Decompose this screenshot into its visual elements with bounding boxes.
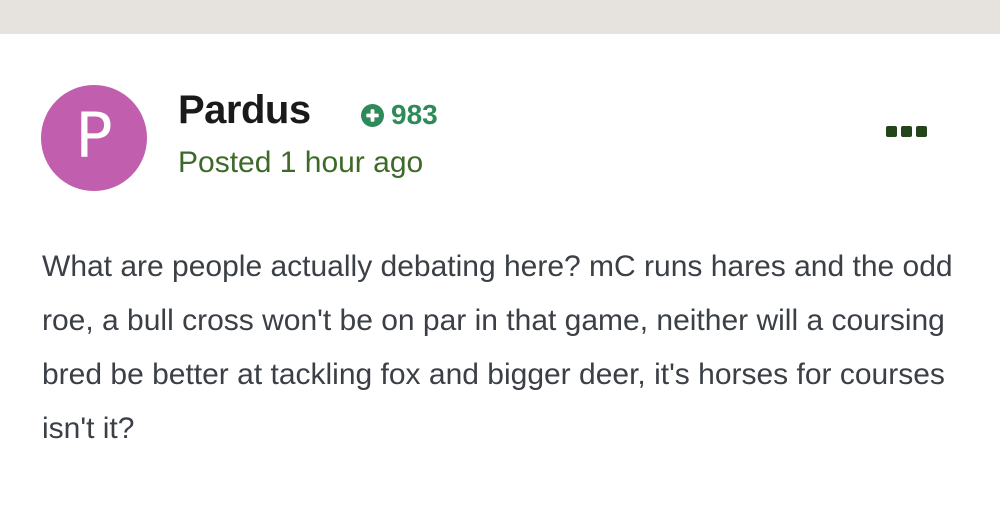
posted-time[interactable]: Posted 1 hour ago [178,145,423,181]
ellipsis-icon-dot [885,125,897,137]
more-options-button[interactable] [880,119,932,143]
avatar[interactable]: P [41,85,147,191]
page-top-strip [0,0,1000,34]
post-body: What are people actually debating here? … [42,250,953,445]
plus-circle-icon [361,103,384,127]
author-name[interactable]: Pardus [178,88,311,132]
reputation-count: 983 [391,99,438,130]
reputation-badge: 983 [361,101,438,129]
ellipsis-icon-dot [915,125,927,137]
avatar-letter: P [75,99,113,172]
post-card: P Pardus 983 Posted 1 hour ago What are … [0,34,1000,531]
ellipsis-icon-dot [900,125,912,137]
